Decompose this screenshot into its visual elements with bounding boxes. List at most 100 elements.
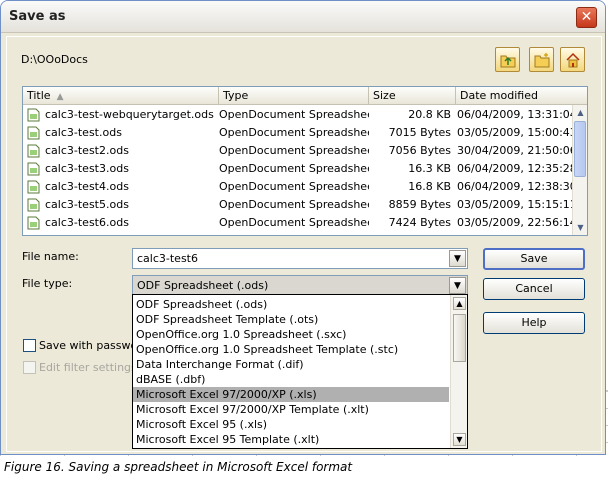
cancel-button[interactable]: Cancel (483, 278, 585, 300)
home-folder-button[interactable] (560, 47, 585, 72)
spreadsheet-file-icon (27, 180, 40, 194)
column-title-label: Title (27, 89, 51, 102)
spreadsheet-file-icon (27, 198, 40, 212)
column-size-label: Size (373, 89, 396, 102)
scroll-down-icon[interactable]: ▼ (453, 433, 466, 446)
file-type-option[interactable]: Microsoft Excel 95 (.xls) (133, 417, 449, 432)
spreadsheet-file-icon (27, 108, 40, 122)
file-type: OpenDocument Spreadsheet (219, 126, 369, 139)
table-row[interactable]: calc3-test.ods OpenDocument Spreadsheet … (23, 124, 574, 142)
close-button[interactable]: ✕ (576, 7, 597, 28)
file-name-input[interactable]: calc3-test6 ▼ (132, 248, 468, 269)
file-type-option[interactable]: Data Interchange Format (.dif) (133, 357, 449, 372)
file-size: 8859 Bytes (388, 198, 451, 211)
file-list-scrollbar[interactable]: ▲ ▼ (572, 105, 587, 235)
save-button[interactable]: Save (483, 248, 585, 270)
folder-up-button[interactable] (495, 47, 520, 72)
column-header-type[interactable]: Type (219, 87, 369, 105)
column-header-title[interactable]: Title ▲ (23, 87, 219, 105)
file-name-value: calc3-test6 (137, 252, 198, 265)
file-list[interactable]: Title ▲ Type Size Date modified calc3-tes… (22, 86, 588, 236)
column-date-label: Date modified (460, 89, 538, 102)
file-size: 16.8 KB (408, 180, 451, 193)
save-with-password-checkbox[interactable] (23, 339, 36, 352)
file-date: 06/04/2009, 13:31:04 (457, 108, 573, 121)
file-date: 06/04/2009, 12:38:30 (457, 180, 573, 193)
file-name: calc3-test.ods (45, 126, 122, 139)
dialog-title: Save as (9, 9, 66, 24)
save-with-password-label: Save with passwo (39, 339, 138, 352)
file-type-select[interactable]: ODF Spreadsheet (.ods) ▼ (132, 275, 468, 296)
file-name: calc3-test6.ods (45, 216, 129, 229)
file-size: 16.3 KB (408, 162, 451, 175)
file-date: 03/05/2009, 15:00:43 (457, 126, 573, 139)
dropdown-scrollbar[interactable]: ▲ ▼ (450, 295, 467, 448)
new-folder-button[interactable] (529, 47, 554, 72)
file-name: calc3-test2.ods (45, 144, 129, 157)
table-row[interactable]: calc3-test2.ods OpenDocument Spreadsheet… (23, 142, 574, 160)
edit-filter-settings-label: Edit filter settings (39, 361, 137, 374)
table-row[interactable]: calc3-test3.ods OpenDocument Spreadsheet… (23, 160, 574, 178)
file-size: 7424 Bytes (388, 216, 451, 229)
file-size: 7056 Bytes (388, 144, 451, 157)
file-type-option[interactable]: Microsoft Excel 97/2000/XP Template (.xl… (133, 402, 449, 417)
spreadsheet-file-icon (27, 162, 40, 176)
file-type: OpenDocument Spreadsheet (219, 108, 369, 121)
file-type: OpenDocument Spreadsheet (219, 216, 369, 229)
scrollbar-thumb[interactable] (453, 314, 466, 362)
file-type: OpenDocument Spreadsheet (219, 144, 369, 157)
file-type: OpenDocument Spreadsheet (219, 198, 369, 211)
file-type-option[interactable]: OpenOffice.org 1.0 Spreadsheet Template … (133, 342, 449, 357)
file-date: 06/04/2009, 12:35:28 (457, 162, 573, 175)
spreadsheet-file-icon (27, 144, 40, 158)
file-date: 30/04/2009, 21:50:06 (457, 144, 573, 157)
file-name: calc3-test5.ods (45, 198, 129, 211)
new-folder-icon (534, 53, 550, 68)
file-type-option[interactable]: ODF Spreadsheet Template (.ots) (133, 312, 449, 327)
column-header-size[interactable]: Size (369, 87, 456, 105)
table-row[interactable]: calc3-test6.ods OpenDocument Spreadsheet… (23, 214, 574, 232)
column-header-date[interactable]: Date modified (456, 87, 587, 105)
scrollbar-thumb[interactable] (574, 121, 586, 177)
scroll-down-icon[interactable]: ▼ (574, 221, 587, 234)
title-bar: Save as ✕ (1, 1, 605, 33)
figure-caption: Figure 16. Saving a spreadsheet in Micro… (4, 460, 353, 474)
file-date: 03/05/2009, 22:56:14 (457, 216, 573, 229)
save-as-dialog: Save as ✕ D:\OOoDocs Title ▲ Type Size D… (0, 0, 606, 455)
file-type-option[interactable]: dBASE (.dbf) (133, 372, 449, 387)
chevron-down-icon[interactable]: ▼ (449, 277, 466, 294)
file-size: 20.8 KB (408, 108, 451, 121)
file-type: OpenDocument Spreadsheet (219, 162, 369, 175)
file-list-header: Title ▲ Type Size Date modified (23, 87, 587, 105)
help-button[interactable]: Help (483, 312, 585, 334)
table-row[interactable]: calc3-test-webquerytarget.ods OpenDocume… (23, 106, 574, 124)
spreadsheet-file-icon (27, 126, 40, 140)
file-type-option[interactable]: OpenOffice.org 1.0 Spreadsheet (.sxc) (133, 327, 449, 342)
scroll-up-icon[interactable]: ▲ (453, 297, 466, 310)
file-type-option-selected[interactable]: Microsoft Excel 97/2000/XP (.xls) (133, 387, 449, 402)
file-type-option[interactable]: Microsoft Excel 95 Template (.xlt) (133, 432, 449, 447)
scroll-up-icon[interactable]: ▲ (574, 106, 587, 119)
file-type-label: File type: (22, 277, 73, 290)
file-name-label: File name: (22, 250, 79, 263)
column-type-label: Type (223, 89, 249, 102)
edit-filter-settings-checkbox[interactable] (23, 361, 36, 374)
file-name: calc3-test-webquerytarget.ods (45, 108, 214, 121)
file-type: OpenDocument Spreadsheet (219, 180, 369, 193)
home-folder-icon (566, 52, 580, 68)
file-size: 7015 Bytes (388, 126, 451, 139)
close-icon: ✕ (580, 9, 593, 25)
sort-ascending-icon: ▲ (56, 92, 64, 102)
table-row[interactable]: calc3-test4.ods OpenDocument Spreadsheet… (23, 178, 574, 196)
folder-up-icon (500, 55, 516, 68)
file-name: calc3-test4.ods (45, 180, 129, 193)
file-name: calc3-test3.ods (45, 162, 129, 175)
file-date: 03/05/2009, 15:15:11 (457, 198, 573, 211)
chevron-down-icon[interactable]: ▼ (449, 250, 466, 267)
file-type-option[interactable]: ODF Spreadsheet (.ods) (133, 297, 449, 312)
current-path: D:\OOoDocs (21, 53, 88, 66)
spreadsheet-file-icon (27, 216, 40, 230)
table-row[interactable]: calc3-test5.ods OpenDocument Spreadsheet… (23, 196, 574, 214)
file-type-value: ODF Spreadsheet (.ods) (137, 279, 269, 292)
file-type-dropdown-list[interactable]: ODF Spreadsheet (.ods) ODF Spreadsheet T… (132, 294, 468, 449)
